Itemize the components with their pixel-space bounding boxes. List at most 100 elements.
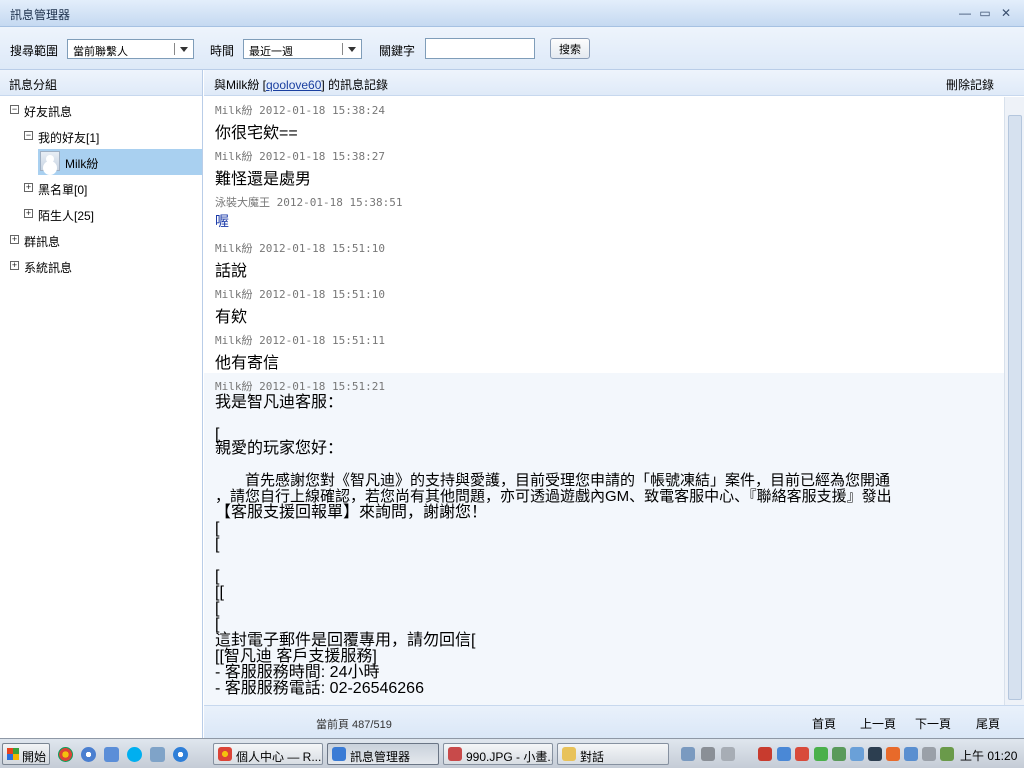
sender-name: Milk紛 xyxy=(215,334,253,347)
next-page-button[interactable]: 下一頁 xyxy=(915,715,951,732)
message-text: 喔 xyxy=(215,213,229,229)
timestamp: 2012-01-18 15:38:51 xyxy=(276,196,403,209)
collapse-icon[interactable]: − xyxy=(24,131,33,140)
taskbar-item[interactable]: 個人中心 — R... xyxy=(213,743,323,765)
timestamp: 2012-01-18 15:51:11 xyxy=(259,334,385,347)
message-meta: Milk紛 2012-01-18 15:38:27 xyxy=(215,148,385,164)
media-player-icon[interactable] xyxy=(81,747,96,762)
sidebar-header: 訊息分組 xyxy=(0,70,202,96)
message-line: ，請您自行上線確認，若您尚有其他問題，亦可透過遊戲內GM、致電客服中心、『聯絡客… xyxy=(215,488,892,505)
sender-name: Milk紛 xyxy=(215,242,253,255)
prev-page-button[interactable]: 上一頁 xyxy=(860,715,896,732)
sender-name: Milk紛 xyxy=(215,104,253,117)
expand-icon[interactable]: + xyxy=(10,235,19,244)
expand-icon[interactable]: + xyxy=(24,183,33,192)
minimize-icon[interactable]: — xyxy=(958,6,972,20)
chat-title: 與Milk紛 [qoolove60] 的訊息記錄 xyxy=(214,76,388,93)
tree-item-blacklist[interactable]: + 黑名單[0] xyxy=(0,175,200,201)
taskbar-item[interactable]: 990.JPG - 小畫... xyxy=(443,743,553,765)
scope-select[interactable]: 當前聯繫人 xyxy=(67,39,194,59)
last-page-button[interactable]: 尾頁 xyxy=(976,715,1000,732)
chat-header: 與Milk紛 [qoolove60] 的訊息記錄 刪除記錄 xyxy=(204,70,1024,96)
clock[interactable]: 上午 01:20 xyxy=(960,747,1017,764)
keyword-input[interactable] xyxy=(425,38,535,59)
task-label: 個人中心 — R... xyxy=(236,750,322,764)
search-button[interactable]: 搜索 xyxy=(550,38,590,59)
close-icon[interactable]: ✕ xyxy=(999,6,1013,20)
message-line: 親愛的玩家您好： xyxy=(215,440,344,457)
ie-icon[interactable] xyxy=(173,747,188,762)
taskbar: 開始 個人中心 — R... 訊息管理器 990.JPG - 小畫... 對話 xyxy=(0,738,1024,768)
time-value: 最近一週 xyxy=(249,46,293,58)
chevron-down-icon[interactable] xyxy=(180,47,188,52)
message-line: 我是智凡迪客服： xyxy=(215,394,344,411)
message-manager-icon xyxy=(332,747,346,761)
tray-app-icon[interactable] xyxy=(681,747,695,761)
collapse-icon[interactable]: − xyxy=(10,105,19,114)
tray-app-icon[interactable] xyxy=(886,747,900,761)
title-bar: 訊息管理器 — ▭ ✕ xyxy=(0,0,1024,27)
message-line: [ xyxy=(215,616,220,633)
tray-app-icon[interactable] xyxy=(922,747,936,761)
message-text: 你很宅欸== xyxy=(215,125,298,142)
timestamp: 2012-01-18 15:51:10 xyxy=(259,288,385,301)
tree-item-system-messages[interactable]: + 系統訊息 xyxy=(0,253,200,279)
messenger-icon[interactable] xyxy=(150,747,165,762)
tray-app-icon[interactable] xyxy=(832,747,846,761)
tray-check-icon[interactable] xyxy=(814,747,828,761)
tray-qq-icon[interactable] xyxy=(795,747,809,761)
tree-item-my-friends[interactable]: − 我的好友[1] xyxy=(0,123,200,149)
message-line: 這封電子郵件是回覆專用，請勿回信[ xyxy=(215,632,476,649)
start-button[interactable]: 開始 xyxy=(2,743,50,765)
message-line: [ xyxy=(215,536,220,553)
chevron-down-icon[interactable] xyxy=(348,47,356,52)
chat-title-suffix: ] 的訊息記錄 xyxy=(321,78,389,92)
tray-app-icon[interactable] xyxy=(721,747,735,761)
vertical-scrollbar[interactable] xyxy=(1004,97,1024,705)
taskbar-item-active[interactable]: 訊息管理器 xyxy=(327,743,439,765)
skype-icon[interactable] xyxy=(127,747,142,762)
start-label: 開始 xyxy=(22,750,47,764)
expand-icon[interactable]: + xyxy=(10,261,19,270)
tray-network-icon[interactable] xyxy=(850,747,864,761)
task-label: 訊息管理器 xyxy=(350,750,411,764)
sender-name: Milk紛 xyxy=(215,150,253,163)
message-meta: Milk紛 2012-01-18 15:38:24 xyxy=(215,102,385,118)
window-title: 訊息管理器 xyxy=(10,8,71,22)
tray-settings-icon[interactable] xyxy=(701,747,715,761)
restore-icon[interactable]: ▭ xyxy=(978,6,992,20)
tree-item-contact-selected[interactable]: Milk紛 xyxy=(38,149,202,175)
message-line: [ xyxy=(215,520,220,537)
tray-app-icon[interactable] xyxy=(868,747,882,761)
message-item-highlighted: Milk紛 2012-01-18 15:51:21 我是智凡迪客服： [ 親愛的… xyxy=(204,373,1004,705)
tree-label: Milk紛 xyxy=(65,157,99,171)
tree-item-friend-messages[interactable]: − 好友訊息 xyxy=(0,97,200,123)
window-switch-icon[interactable] xyxy=(104,747,119,762)
time-select[interactable]: 最近一週 xyxy=(243,39,362,59)
task-label: 對話 xyxy=(580,750,605,764)
chrome-icon xyxy=(218,747,232,761)
folder-icon xyxy=(562,747,576,761)
tree-item-group-messages[interactable]: + 群訊息 xyxy=(0,227,200,253)
message-text: 話說 xyxy=(215,263,248,280)
tray-app-icon[interactable] xyxy=(940,747,954,761)
tray-app-icon[interactable] xyxy=(758,747,772,761)
scrollbar-thumb[interactable] xyxy=(1008,115,1022,700)
message-meta: Milk紛 2012-01-18 15:51:21 xyxy=(215,378,385,394)
tray-app-icon[interactable] xyxy=(777,747,791,761)
message-meta: 泳裝大魔王 2012-01-18 15:38:51 xyxy=(215,194,402,210)
delete-records-button[interactable]: 刪除記錄 xyxy=(946,76,994,93)
chrome-icon[interactable] xyxy=(58,747,73,762)
taskbar-item[interactable]: 對話 xyxy=(557,743,669,765)
contact-id-link[interactable]: qoolove60 xyxy=(266,78,321,92)
tree-label: 好友訊息 xyxy=(24,105,73,119)
combo-separator xyxy=(174,43,175,55)
tree-label: 我的好友[1] xyxy=(38,131,100,145)
tree-item-strangers[interactable]: + 陌生人[25] xyxy=(0,201,200,227)
message-meta: Milk紛 2012-01-18 15:51:10 xyxy=(215,240,385,256)
message-text: 難怪還是處男 xyxy=(215,171,312,188)
first-page-button[interactable]: 首頁 xyxy=(812,715,836,732)
expand-icon[interactable]: + xyxy=(24,209,33,218)
tray-app-icon[interactable] xyxy=(904,747,918,761)
message-manager-window: 訊息管理器 — ▭ ✕ 搜尋範圍 當前聯繫人 時間 最近一週 關鍵字 搜索 訊息… xyxy=(0,0,1024,768)
